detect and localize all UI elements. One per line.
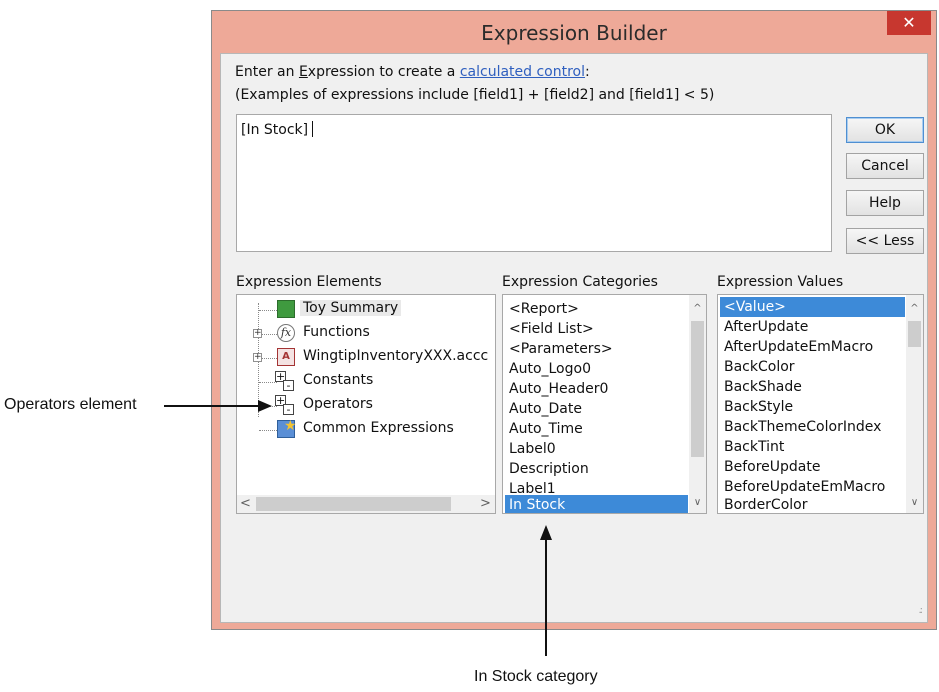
tree-item-toy-summary[interactable]: Toy Summary: [237, 299, 495, 321]
expression-elements-tree[interactable]: Toy Summary + fx Functions + A WingtipIn…: [236, 294, 496, 514]
scroll-down-icon[interactable]: ∨: [906, 497, 923, 508]
tree-item-label: WingtipInventoryXXX.accc: [303, 348, 489, 364]
function-icon: fx: [277, 324, 295, 342]
list-item[interactable]: <Report>: [509, 299, 579, 319]
expression-values-label: Expression Values: [717, 274, 844, 290]
database-icon: A: [277, 348, 295, 366]
scroll-thumb[interactable]: [691, 321, 704, 457]
list-item[interactable]: BeforeUpdate: [724, 457, 820, 477]
list-item[interactable]: AfterUpdate: [724, 317, 808, 337]
expand-icon[interactable]: +: [253, 353, 262, 362]
scroll-right-icon[interactable]: >: [477, 495, 494, 513]
less-button[interactable]: << Less: [846, 228, 924, 254]
expression-categories-label: Expression Categories: [502, 274, 658, 290]
star-icon: ★: [284, 418, 297, 434]
list-item-selected[interactable]: In Stock: [505, 495, 688, 513]
list-item[interactable]: <Field List>: [509, 319, 594, 339]
list-item[interactable]: Auto_Date: [509, 399, 582, 419]
expression-input[interactable]: [In Stock]: [236, 114, 832, 252]
scroll-down-icon[interactable]: ∨: [689, 497, 706, 508]
instruction-line-2: (Examples of expressions include [field1…: [235, 87, 715, 103]
tree-item-common-expressions[interactable]: ★ Common Expressions: [237, 418, 495, 441]
ok-button[interactable]: OK: [846, 117, 924, 143]
expression-elements-label: Expression Elements: [236, 274, 382, 290]
tree-branch-line: [259, 382, 277, 383]
calculated-control-link[interactable]: calculated control: [460, 64, 585, 80]
tree-item-constants[interactable]: + - Constants: [237, 371, 495, 393]
instruction-middle: xpression to create a: [307, 64, 460, 80]
scroll-up-icon[interactable]: ^: [689, 303, 706, 314]
list-item[interactable]: Description: [509, 459, 589, 479]
expression-builder-window: Expression Builder ✕ Enter an Expression…: [211, 10, 937, 630]
close-icon: ✕: [902, 13, 916, 32]
expression-value: [In Stock]: [241, 122, 309, 138]
instruction-suffix: :: [585, 64, 590, 80]
vertical-scrollbar[interactable]: ^ ∨: [689, 295, 706, 513]
cancel-button[interactable]: Cancel: [846, 153, 924, 179]
scroll-up-icon[interactable]: ^: [906, 303, 923, 314]
tree-item-database[interactable]: + A WingtipInventoryXXX.accc: [237, 347, 495, 369]
expression-categories-list[interactable]: <Report> <Field List> <Parameters> Auto_…: [502, 294, 707, 514]
list-item[interactable]: <Parameters>: [509, 339, 613, 359]
operators-icon-secondary: -: [283, 404, 294, 415]
list-item[interactable]: BackColor: [724, 357, 795, 377]
list-item[interactable]: Label0: [509, 439, 556, 459]
expression-text-line: [In Stock]: [241, 121, 314, 138]
tree-item-functions[interactable]: + fx Functions: [237, 323, 495, 345]
report-icon: [277, 300, 295, 318]
list-item[interactable]: BackStyle: [724, 397, 793, 417]
list-item[interactable]: BackTint: [724, 437, 784, 457]
tree-branch-line: [259, 406, 277, 407]
list-item[interactable]: BackThemeColorIndex: [724, 417, 881, 437]
tree-item-label: Operators: [303, 396, 373, 412]
resize-grip-icon[interactable]: .:: [918, 605, 922, 616]
horizontal-scrollbar[interactable]: < >: [237, 495, 495, 513]
tree-item-label: Common Expressions: [303, 420, 454, 436]
text-caret: [312, 121, 314, 137]
instruction-accel-letter: E: [298, 64, 308, 80]
expand-icon[interactable]: +: [253, 329, 262, 338]
scroll-left-icon[interactable]: <: [237, 495, 254, 513]
constants-icon-secondary: -: [283, 380, 294, 391]
common-expressions-icon: ★: [277, 418, 297, 438]
instruction-prefix: Enter an: [235, 64, 299, 80]
tree-branch-line: [259, 310, 277, 311]
title-bar[interactable]: Expression Builder ✕: [212, 11, 936, 53]
scroll-thumb[interactable]: [908, 321, 921, 347]
list-item[interactable]: BorderColor: [724, 495, 808, 513]
dialog-body: Enter an Expression to create a calculat…: [220, 53, 928, 623]
operators-callout-label: Operators element: [4, 396, 137, 413]
list-item[interactable]: Auto_Time: [509, 419, 583, 439]
in-stock-callout-label: In Stock category: [474, 668, 598, 685]
tree-branch-line: [259, 430, 277, 431]
tree-item-operators[interactable]: + - Operators: [237, 395, 495, 417]
expression-values-list[interactable]: <Value> AfterUpdate AfterUpdateEmMacro B…: [717, 294, 924, 514]
list-item-selected[interactable]: <Value>: [720, 297, 905, 317]
list-item[interactable]: AfterUpdateEmMacro: [724, 337, 873, 357]
tree-item-label: Functions: [303, 324, 370, 340]
list-item[interactable]: Auto_Header0: [509, 379, 608, 399]
instruction-line-1: Enter an Expression to create a calculat…: [235, 64, 590, 80]
list-item[interactable]: BeforeUpdateEmMacro: [724, 477, 885, 497]
scroll-thumb[interactable]: [256, 497, 451, 511]
close-button[interactable]: ✕: [887, 11, 931, 35]
list-item[interactable]: BackShade: [724, 377, 802, 397]
window-title: Expression Builder: [481, 21, 667, 45]
list-item[interactable]: Auto_Logo0: [509, 359, 591, 379]
help-button[interactable]: Help: [846, 190, 924, 216]
tree-item-label: Toy Summary: [300, 300, 402, 316]
tree-item-label: Constants: [303, 372, 374, 388]
vertical-scrollbar[interactable]: ^ ∨: [906, 295, 923, 513]
